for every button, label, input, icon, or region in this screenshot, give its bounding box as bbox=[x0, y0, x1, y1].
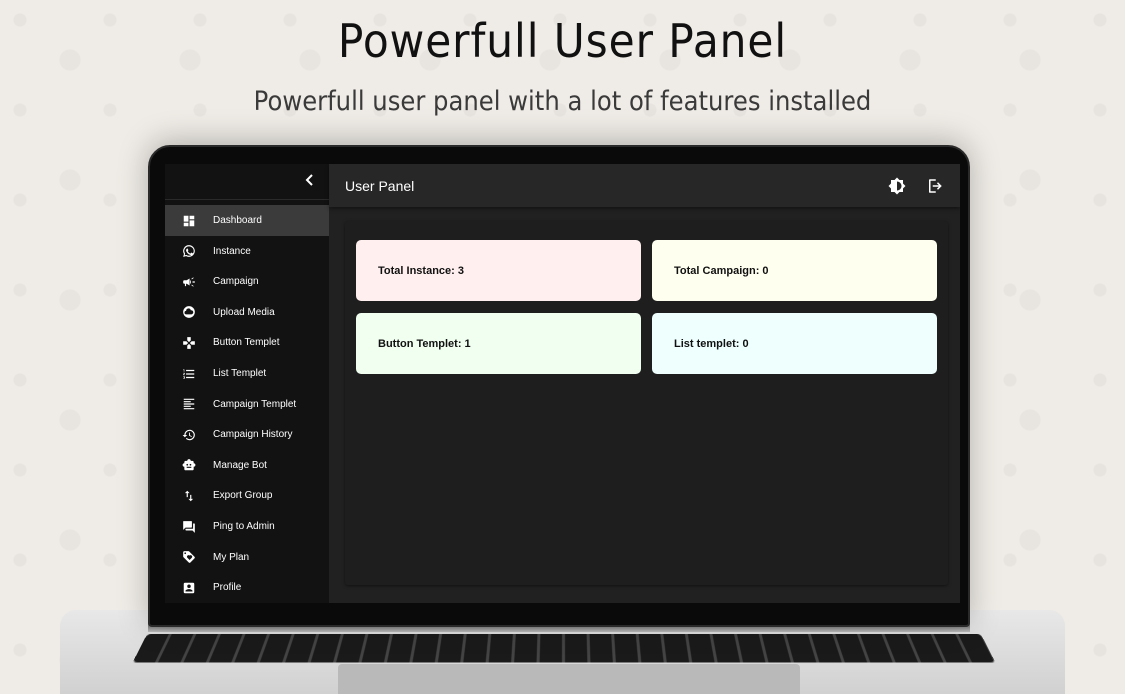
history-icon bbox=[165, 428, 213, 442]
bot-icon bbox=[165, 458, 213, 472]
sidebar-item-label: Profile bbox=[213, 582, 242, 594]
sidebar-item-label: Export Group bbox=[213, 490, 273, 502]
sidebar-item-list-templet[interactable]: List Templet bbox=[165, 358, 329, 389]
stat-card-label: Total Instance: 3 bbox=[378, 264, 464, 277]
sidebar-item-label: My Plan bbox=[213, 551, 250, 563]
stat-card-label: List templet: 0 bbox=[674, 337, 749, 350]
stats-grid: Total Instance: 3 Total Campaign: 0 Button… bbox=[356, 240, 937, 374]
sidebar-item-label: Dashboard bbox=[213, 215, 262, 227]
sidebar-item-label: Campaign bbox=[213, 276, 259, 288]
app-screen: Dashboard Instance Campaign Upload Media But… bbox=[165, 164, 960, 603]
stat-card: Total Campaign: 0 bbox=[652, 240, 937, 301]
sidebar-item-label: Button Templet bbox=[213, 337, 280, 349]
list-icon bbox=[165, 367, 213, 381]
page-title: User Panel bbox=[345, 177, 415, 194]
top-bar: User Panel bbox=[329, 164, 960, 207]
sidebar-item-profile[interactable]: Profile bbox=[165, 572, 329, 603]
sidebar-item-dashboard[interactable]: Dashboard bbox=[165, 205, 329, 236]
sidebar-item-ping-to-admin[interactable]: Ping to Admin bbox=[165, 511, 329, 542]
sidebar-item-instance[interactable]: Instance bbox=[165, 236, 329, 267]
profile-icon bbox=[165, 581, 213, 595]
sidebar-item-label: Campaign History bbox=[213, 429, 293, 441]
sidebar-item-label: Ping to Admin bbox=[213, 521, 275, 533]
sidebar-item-label: Upload Media bbox=[213, 306, 275, 318]
whatsapp-icon bbox=[165, 244, 213, 258]
dashboard-content: Total Instance: 3 Total Campaign: 0 Button… bbox=[345, 221, 948, 585]
megaphone-icon bbox=[165, 275, 213, 289]
sidebar-item-campaign[interactable]: Campaign bbox=[165, 266, 329, 297]
dashboard-icon bbox=[165, 214, 213, 228]
laptop-trackpad bbox=[338, 664, 800, 694]
stat-card: Button Templet: 1 bbox=[356, 313, 641, 374]
laptop-keyboard bbox=[132, 634, 996, 663]
sidebar-item-label: Instance bbox=[213, 245, 251, 257]
sidebar-header bbox=[165, 164, 329, 201]
gamepad-icon bbox=[165, 336, 213, 350]
sidebar-item-campaign-templet[interactable]: Campaign Templet bbox=[165, 389, 329, 420]
sidebar: Dashboard Instance Campaign Upload Media But… bbox=[165, 164, 329, 603]
sidebar-item-export-group[interactable]: Export Group bbox=[165, 481, 329, 512]
stat-card: Total Instance: 3 bbox=[356, 240, 641, 301]
sidebar-item-label: List Templet bbox=[213, 368, 267, 380]
sidebar-item-manage-bot[interactable]: Manage Bot bbox=[165, 450, 329, 481]
theme-toggle-icon[interactable] bbox=[888, 177, 906, 195]
cloud-icon bbox=[165, 305, 213, 319]
chat-icon bbox=[165, 520, 213, 534]
chevron-left-icon[interactable] bbox=[305, 173, 315, 191]
stat-card-label: Total Campaign: 0 bbox=[674, 264, 769, 277]
promo-headline: Powerfull User Panel bbox=[337, 14, 788, 68]
main-area: User Panel Total Instance: 3 Total Campai… bbox=[329, 164, 960, 603]
sidebar-item-button-templet[interactable]: Button Templet bbox=[165, 328, 329, 359]
sidebar-item-label: Manage Bot bbox=[213, 459, 267, 471]
sidebar-item-upload-media[interactable]: Upload Media bbox=[165, 297, 329, 328]
stat-card-label: Button Templet: 1 bbox=[378, 337, 471, 350]
sidebar-item-my-plan[interactable]: My Plan bbox=[165, 542, 329, 573]
logout-icon[interactable] bbox=[926, 177, 944, 195]
promo-subline: Powerfull user panel with a lot of featu… bbox=[253, 86, 872, 117]
sidebar-item-label: Campaign Templet bbox=[213, 398, 297, 410]
text-align-icon bbox=[165, 397, 213, 411]
sidebar-nav: Dashboard Instance Campaign Upload Media But… bbox=[165, 200, 329, 603]
tag-icon bbox=[165, 550, 213, 564]
swap-vertical-icon bbox=[165, 489, 213, 503]
stat-card: List templet: 0 bbox=[652, 313, 937, 374]
sidebar-item-campaign-history[interactable]: Campaign History bbox=[165, 419, 329, 450]
